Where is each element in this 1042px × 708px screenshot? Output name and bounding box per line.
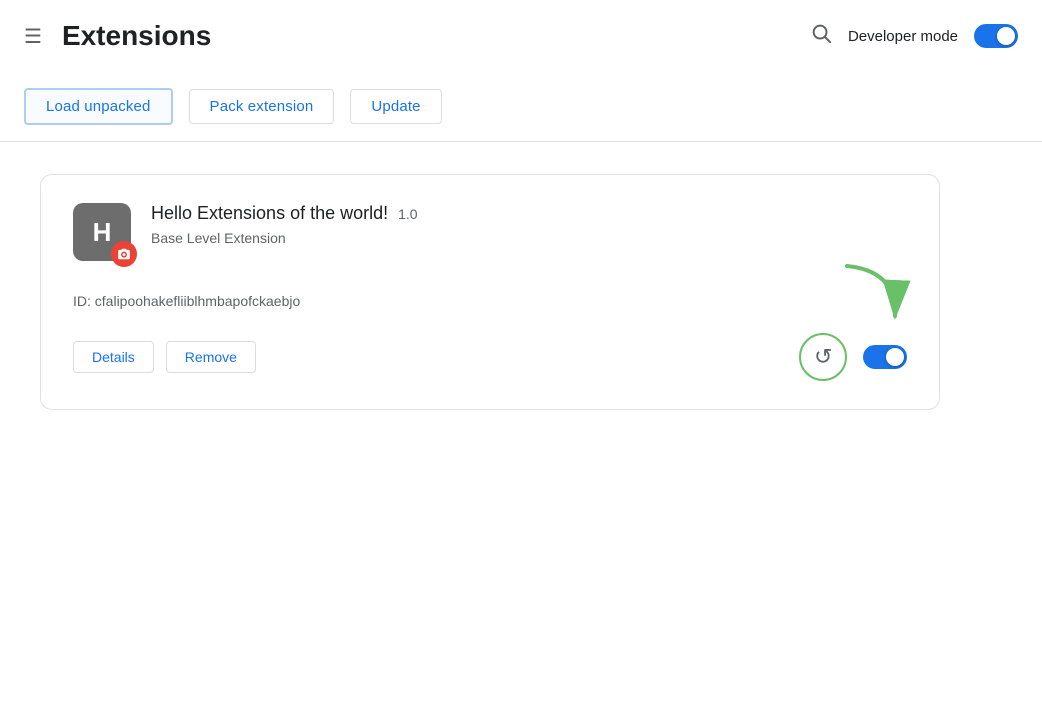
extension-enable-toggle[interactable]	[863, 345, 907, 369]
hamburger-icon[interactable]: ☰	[24, 24, 42, 49]
card-toggle-thumb	[886, 348, 904, 366]
header: ☰ Extensions Developer mode	[0, 0, 1042, 72]
header-left: ☰ Extensions	[24, 20, 211, 52]
reload-icon: ↻	[814, 344, 832, 370]
card-actions: Details Remove	[73, 341, 256, 373]
header-right: Developer mode	[810, 22, 1018, 50]
extension-name: Hello Extensions of the world!	[151, 203, 388, 224]
card-bottom: Details Remove	[73, 333, 907, 381]
update-button[interactable]: Update	[350, 89, 441, 124]
page-title: Extensions	[62, 20, 211, 52]
developer-mode-toggle[interactable]	[974, 24, 1018, 48]
toolbar: Load unpacked Pack extension Update	[0, 72, 1042, 142]
extension-info: Hello Extensions of the world! 1.0 Base …	[151, 203, 907, 246]
extension-description: Base Level Extension	[151, 230, 907, 246]
card-controls: ↻	[799, 333, 907, 381]
extension-icon-wrapper: H	[73, 203, 131, 261]
pack-extension-button[interactable]: Pack extension	[189, 89, 335, 124]
developer-mode-label: Developer mode	[848, 28, 958, 45]
details-button[interactable]: Details	[73, 341, 154, 373]
reload-button[interactable]: ↻	[799, 333, 847, 381]
extension-icon-badge	[111, 241, 137, 267]
remove-button[interactable]: Remove	[166, 341, 256, 373]
extension-card: H Hello Extensions of the world! 1.0 Bas…	[40, 174, 940, 410]
extension-version: 1.0	[398, 206, 417, 222]
camera-icon	[117, 247, 131, 261]
extension-name-row: Hello Extensions of the world! 1.0	[151, 203, 907, 224]
search-icon[interactable]	[810, 22, 832, 50]
extension-icon-letter: H	[93, 217, 112, 248]
card-top: H Hello Extensions of the world! 1.0 Bas…	[73, 203, 907, 261]
load-unpacked-button[interactable]: Load unpacked	[24, 88, 173, 125]
extension-id: ID: cfalipoohakefliiblhmbapofckaebjo	[73, 293, 907, 309]
toggle-thumb	[997, 27, 1015, 45]
main-content: H Hello Extensions of the world! 1.0 Bas…	[0, 142, 1042, 442]
reload-button-wrapper: ↻	[799, 333, 847, 381]
